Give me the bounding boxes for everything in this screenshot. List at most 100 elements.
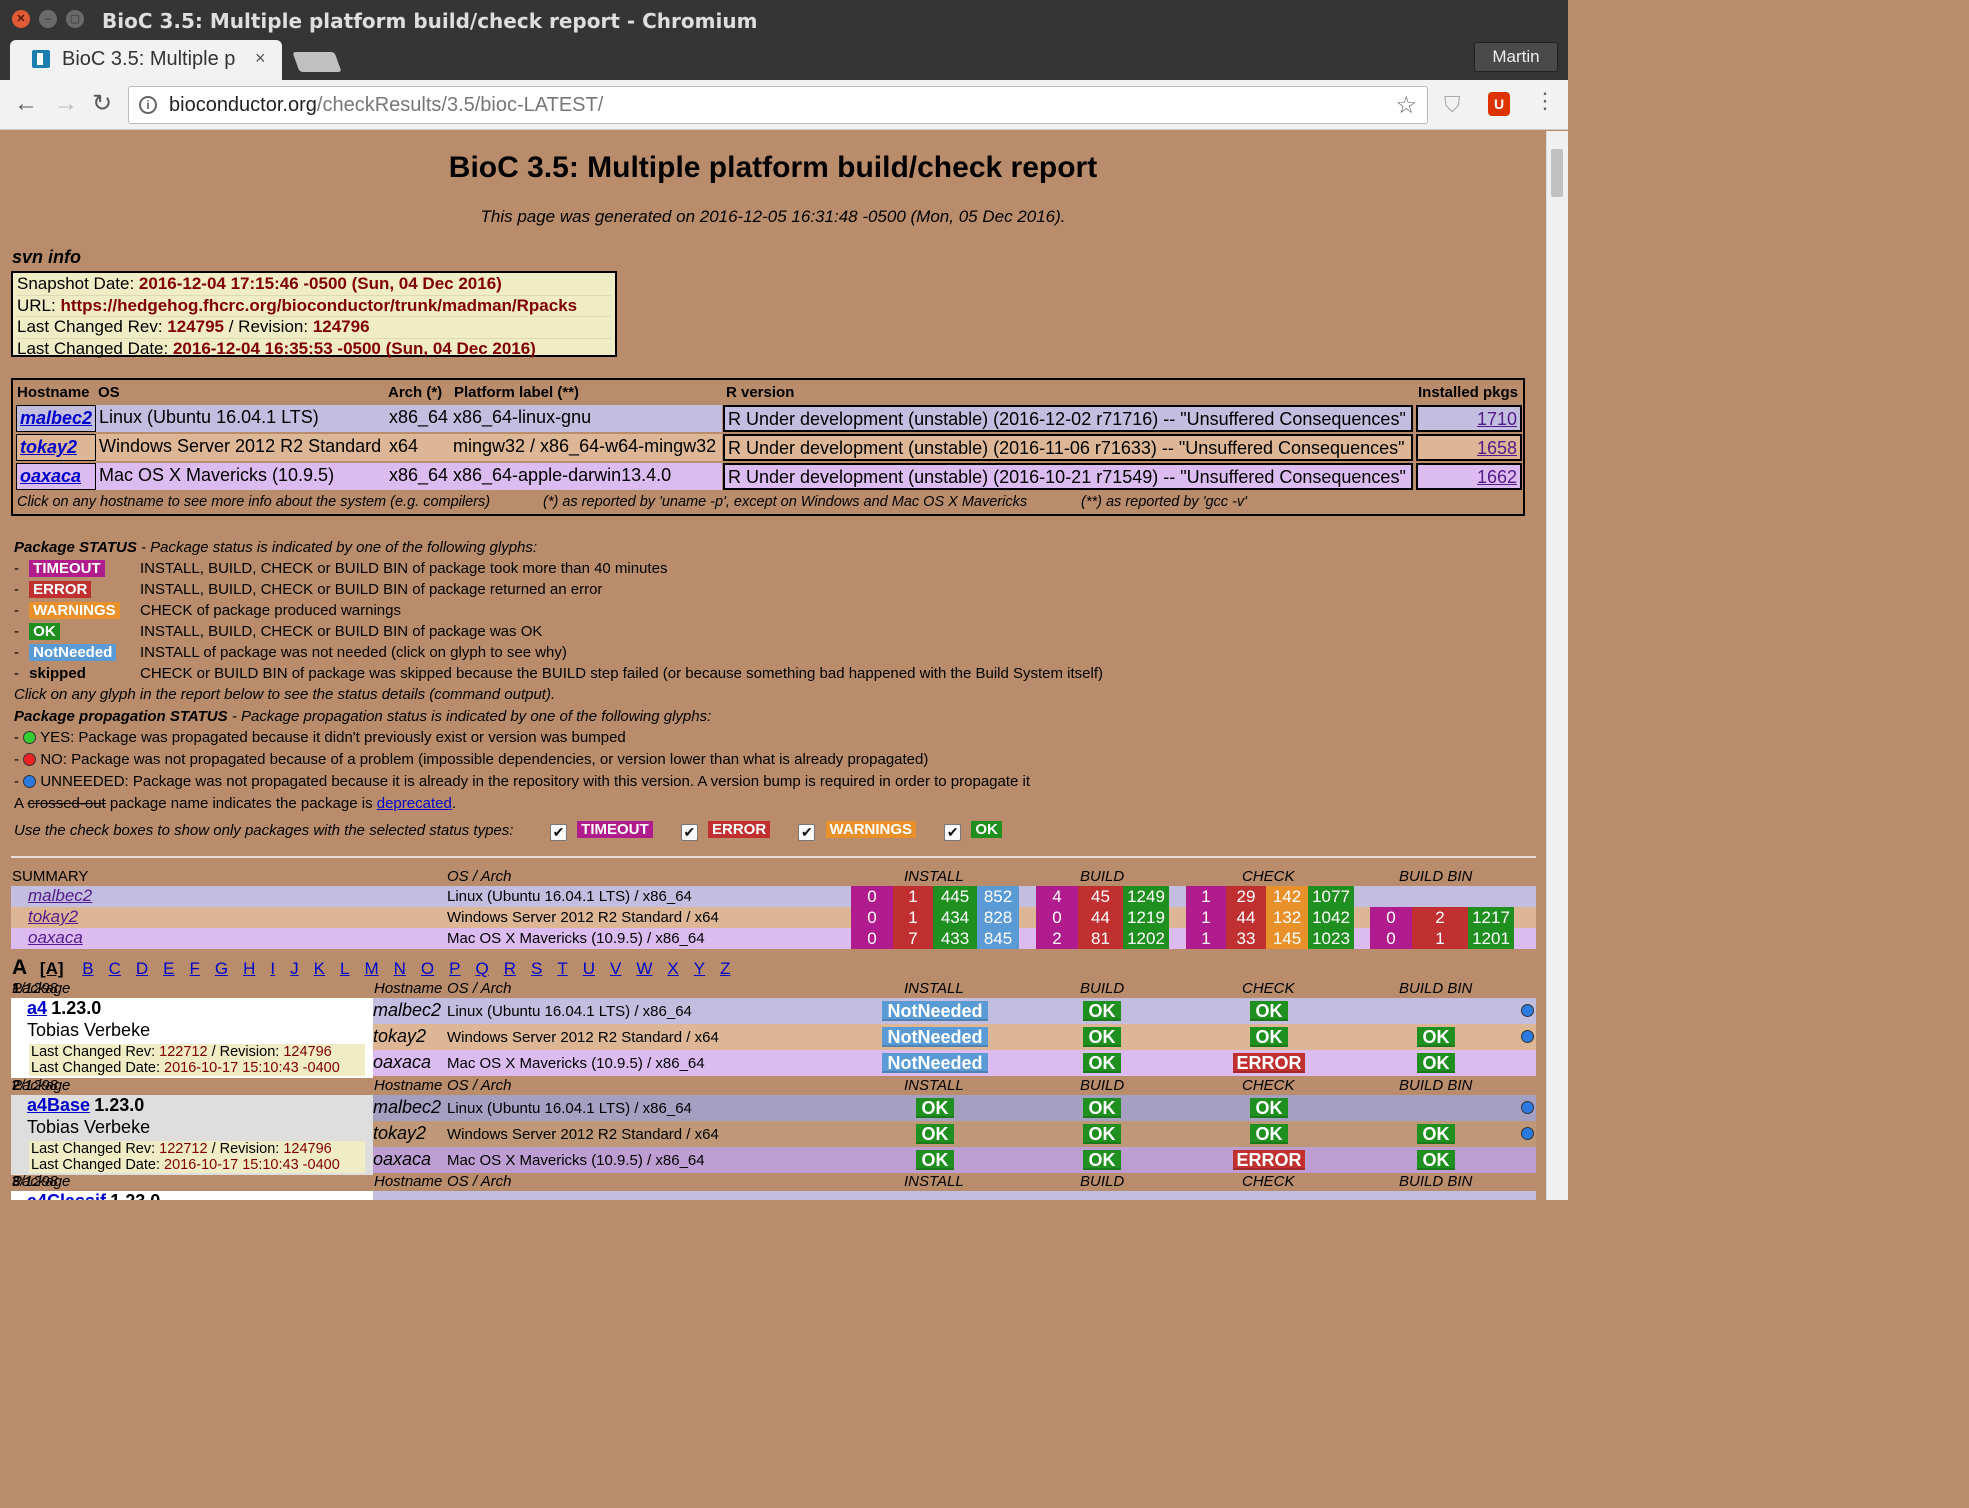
browser-menu-icon[interactable]: ⋮ xyxy=(1534,88,1556,114)
summary-install-notneeded[interactable]: 852 xyxy=(977,886,1019,907)
extension-ublock-icon[interactable]: U xyxy=(1488,92,1510,116)
propagation-unneeded-dot-icon[interactable] xyxy=(1521,1101,1534,1114)
summary-check-warnings[interactable]: 132 xyxy=(1266,907,1308,928)
build-status-glyph[interactable]: OK xyxy=(1083,1124,1121,1144)
alpha-letter-link[interactable]: M xyxy=(364,959,378,978)
summary-check-warnings[interactable]: 145 xyxy=(1266,928,1308,949)
build-status-glyph[interactable]: OK xyxy=(1083,1001,1121,1021)
summary-host-link[interactable]: tokay2 xyxy=(28,907,78,927)
summary-build-error[interactable]: 81 xyxy=(1078,928,1123,949)
summary-buildbin-timeout[interactable]: 0 xyxy=(1370,928,1412,949)
propagation-unneeded-dot-icon[interactable] xyxy=(1521,1004,1534,1017)
alpha-letter-link[interactable]: S xyxy=(531,959,542,978)
summary-check-error[interactable]: 29 xyxy=(1226,886,1266,907)
deprecated-link[interactable]: deprecated xyxy=(377,795,452,812)
new-tab-button[interactable] xyxy=(292,52,342,72)
window-minimize-button[interactable]: – xyxy=(39,10,57,28)
alpha-letter-link[interactable]: H xyxy=(243,959,255,978)
summary-buildbin-timeout[interactable]: 0 xyxy=(1370,907,1412,928)
summary-install-error[interactable]: 1 xyxy=(893,907,933,928)
summary-build-ok[interactable]: 1219 xyxy=(1123,907,1169,928)
summary-check-error[interactable]: 33 xyxy=(1226,928,1266,949)
back-arrow-icon[interactable]: ← xyxy=(14,90,38,118)
summary-build-ok[interactable]: 1202 xyxy=(1123,928,1169,949)
ok-filter-checkbox[interactable]: ✔ xyxy=(944,824,962,841)
summary-buildbin-error[interactable]: 1 xyxy=(1412,928,1468,949)
summary-install-notneeded[interactable]: 828 xyxy=(977,907,1019,928)
propagation-unneeded-dot-icon[interactable] xyxy=(1521,1127,1534,1140)
host-link-oaxaca[interactable]: oaxaca xyxy=(20,466,81,486)
alpha-letter-link[interactable]: U xyxy=(583,959,595,978)
reload-icon[interactable]: ↻ xyxy=(92,90,112,118)
summary-check-ok[interactable]: 1023 xyxy=(1308,928,1354,949)
summary-buildbin-error[interactable]: 2 xyxy=(1412,907,1468,928)
timeout-filter-checkbox[interactable]: ✔ xyxy=(550,824,567,841)
package-name-link[interactable]: a4Base xyxy=(27,1095,90,1115)
alpha-letter-link[interactable]: I xyxy=(270,959,275,978)
bookmark-star-icon[interactable]: ☆ xyxy=(1395,91,1417,120)
installed-link[interactable]: 1658 xyxy=(1477,438,1517,458)
check-status-glyph[interactable]: OK xyxy=(1250,1001,1288,1021)
alpha-letter-link[interactable]: P xyxy=(449,959,460,978)
profile-button[interactable]: Martin xyxy=(1474,42,1558,72)
build-status-glyph[interactable]: OK xyxy=(1083,1098,1121,1118)
package-name-link[interactable]: a4 xyxy=(27,998,47,1018)
install-status-glyph[interactable]: OK xyxy=(916,1150,954,1170)
alpha-letter-link[interactable]: L xyxy=(340,959,349,978)
site-info-icon[interactable]: i xyxy=(139,96,157,114)
summary-build-error[interactable]: 44 xyxy=(1078,907,1123,928)
alpha-letter-link[interactable]: D xyxy=(136,959,148,978)
window-maximize-button[interactable]: ▢ xyxy=(66,10,84,28)
alpha-letter-link[interactable]: Z xyxy=(720,959,730,978)
build-status-glyph[interactable]: OK xyxy=(1083,1053,1121,1073)
buildbin-status-glyph[interactable]: OK xyxy=(1417,1027,1455,1047)
alpha-letter-link[interactable]: E xyxy=(163,959,174,978)
summary-check-ok[interactable]: 1042 xyxy=(1308,907,1354,928)
buildbin-status-glyph[interactable]: OK xyxy=(1417,1124,1455,1144)
install-status-glyph[interactable]: OK xyxy=(916,1124,954,1144)
summary-install-timeout[interactable]: 0 xyxy=(851,886,893,907)
summary-buildbin-ok[interactable]: 1217 xyxy=(1468,907,1514,928)
browser-tab[interactable]: BioC 3.5: Multiple p × xyxy=(10,40,282,80)
propagation-unneeded-dot-icon[interactable] xyxy=(1521,1030,1534,1043)
summary-install-timeout[interactable]: 0 xyxy=(851,928,893,949)
alpha-letter-link[interactable]: Y xyxy=(694,959,705,978)
build-status-glyph[interactable]: OK xyxy=(1083,1150,1121,1170)
page-scrollbar[interactable] xyxy=(1546,131,1568,1200)
check-status-glyph[interactable]: ERROR xyxy=(1233,1053,1305,1073)
extension-shield-icon[interactable]: ⛉ xyxy=(1444,92,1464,117)
summary-install-error[interactable]: 1 xyxy=(893,886,933,907)
summary-check-ok[interactable]: 1077 xyxy=(1308,886,1354,907)
address-bar[interactable]: i bioconductor.org/checkResults/3.5/bioc… xyxy=(128,86,1428,124)
alpha-letter-link[interactable]: O xyxy=(421,959,434,978)
summary-install-ok[interactable]: 433 xyxy=(933,928,977,949)
alpha-letter-link[interactable]: W xyxy=(636,959,652,978)
summary-install-timeout[interactable]: 0 xyxy=(851,907,893,928)
check-status-glyph[interactable]: OK xyxy=(1250,1098,1288,1118)
alpha-letter-link[interactable]: G xyxy=(215,959,228,978)
summary-check-timeout[interactable]: 1 xyxy=(1186,886,1226,907)
forward-arrow-icon[interactable]: → xyxy=(54,90,78,118)
alpha-letter-link[interactable]: B xyxy=(82,959,93,978)
summary-buildbin-ok[interactable]: 1201 xyxy=(1468,928,1514,949)
summary-build-error[interactable]: 45 xyxy=(1078,886,1123,907)
host-link-malbec2[interactable]: malbec2 xyxy=(20,408,92,428)
summary-install-ok[interactable]: 434 xyxy=(933,907,977,928)
summary-install-ok[interactable]: 445 xyxy=(933,886,977,907)
summary-build-timeout[interactable]: 0 xyxy=(1036,907,1078,928)
install-status-glyph[interactable]: NotNeeded xyxy=(882,1027,988,1047)
build-status-glyph[interactable]: OK xyxy=(1083,1027,1121,1047)
alpha-letter-link[interactable]: C xyxy=(109,959,121,978)
installed-link[interactable]: 1662 xyxy=(1477,467,1517,487)
install-status-glyph[interactable]: NotNeeded xyxy=(882,1053,988,1073)
summary-check-error[interactable]: 44 xyxy=(1226,907,1266,928)
alpha-letter-link[interactable]: N xyxy=(394,959,406,978)
summary-host-link[interactable]: malbec2 xyxy=(28,886,92,906)
buildbin-status-glyph[interactable]: OK xyxy=(1417,1053,1455,1073)
alpha-letter-link[interactable]: X xyxy=(667,959,678,978)
summary-install-error[interactable]: 7 xyxy=(893,928,933,949)
alpha-letter-link[interactable]: V xyxy=(610,959,621,978)
summary-check-warnings[interactable]: 142 xyxy=(1266,886,1308,907)
summary-build-ok[interactable]: 1249 xyxy=(1123,886,1169,907)
warnings-filter-checkbox[interactable]: ✔ xyxy=(798,824,816,841)
